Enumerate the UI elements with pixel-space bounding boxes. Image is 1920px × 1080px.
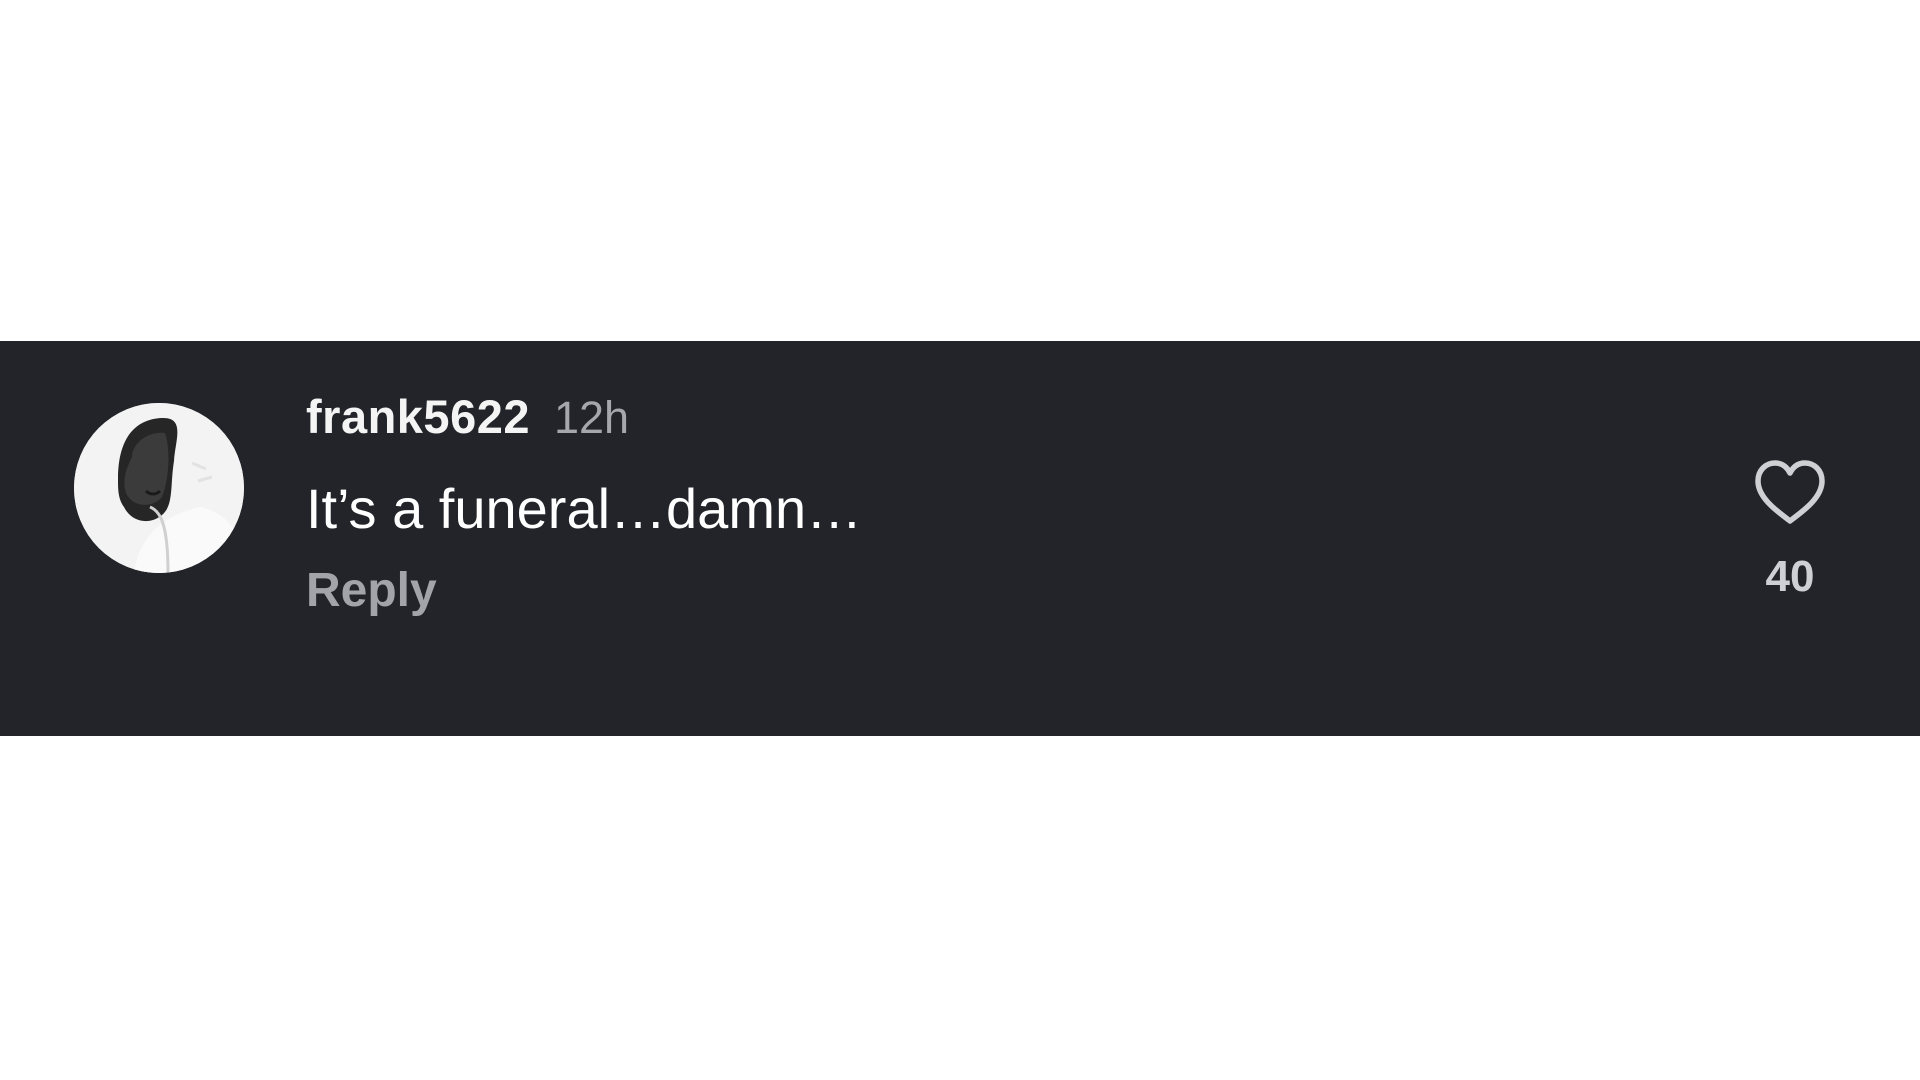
like-count: 40 bbox=[1765, 552, 1815, 601]
avatar[interactable] bbox=[74, 403, 244, 573]
like-section: 40 bbox=[1740, 459, 1840, 602]
comment-body: frank5622 12h It’s a funeral…damn… Reply bbox=[306, 389, 862, 618]
profile-photo-icon bbox=[74, 403, 244, 573]
reply-button[interactable]: Reply bbox=[306, 563, 437, 618]
comment-timestamp: 12h bbox=[554, 392, 630, 443]
username[interactable]: frank5622 bbox=[306, 389, 530, 444]
comment-text: It’s a funeral…damn… bbox=[306, 477, 863, 540]
comment-meta: frank5622 12h bbox=[306, 389, 862, 445]
comment-item: frank5622 12h It’s a funeral…damn… Reply… bbox=[0, 341, 1920, 736]
like-button[interactable] bbox=[1752, 459, 1828, 527]
page: frank5622 12h It’s a funeral…damn… Reply… bbox=[0, 0, 1920, 1080]
heart-outline-icon bbox=[1755, 460, 1825, 524]
